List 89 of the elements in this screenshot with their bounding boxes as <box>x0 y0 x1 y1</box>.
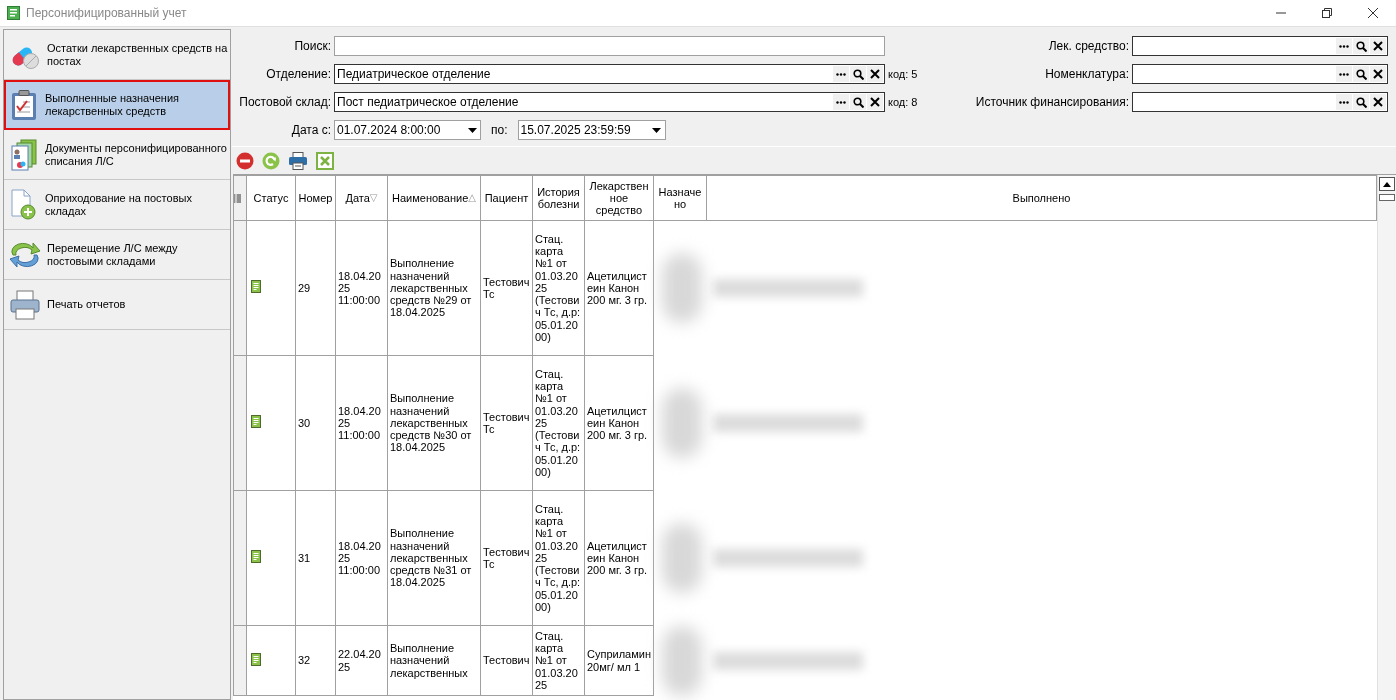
date-field[interactable]: 15.07.2025 23:59:59 <box>517 120 666 140</box>
vertical-scrollbar[interactable] <box>1377 175 1396 700</box>
search-icon[interactable] <box>850 66 866 82</box>
field-label: Номенклатура: <box>1044 66 1129 83</box>
lookup-field[interactable]: Педиатрическое отделение <box>334 64 885 84</box>
close-icon <box>1368 8 1378 18</box>
search-icon[interactable] <box>850 94 866 110</box>
field-label: Постовой склад: <box>238 94 332 111</box>
search-icon[interactable] <box>1353 66 1369 82</box>
table-cell: Выполнение назначений лекарственных средств №29 от 18.04.2025 <box>387 220 481 356</box>
clear-icon[interactable] <box>1370 38 1386 54</box>
field-label: Поиск: <box>293 38 332 55</box>
blurred-content <box>662 523 702 593</box>
date-field[interactable]: 01.07.2024 8:00:00 <box>334 120 481 140</box>
table-cell: 29 <box>295 220 336 356</box>
stop-icon[interactable] <box>236 151 254 170</box>
blurred-content <box>662 388 702 458</box>
blurred-content <box>662 253 702 324</box>
table-cell: Стац. карта №1 от 01.03.2025 (Тестович Тс, д.р: 05.01.2000) <box>532 220 585 356</box>
clear-icon[interactable] <box>1370 94 1386 110</box>
table-cell: 18.04.2025 11:00:00 <box>335 220 388 356</box>
sidebar-item[interactable]: Выполненные назначения лекарственных средств <box>4 80 230 130</box>
print-icon[interactable] <box>288 151 308 170</box>
table-cell: Ацетилцистеин Канон 200 мг. 3 гр. <box>584 220 654 356</box>
document-plus-icon <box>9 188 39 221</box>
blurred-content <box>662 625 702 696</box>
column-header[interactable]: Статус <box>246 175 296 221</box>
clear-icon[interactable] <box>867 94 883 110</box>
column-header[interactable]: Пациент <box>480 175 533 221</box>
clear-icon[interactable] <box>1370 66 1386 82</box>
table-cell: Тестович Тс <box>480 220 533 356</box>
table-cell: Стац. карта №1 от 01.03.2025 <box>532 625 585 696</box>
table-cell: Тестович <box>480 625 533 696</box>
table-cell: Стац. карта №1 от 01.03.2025 (Тестович Тс, д.р: 05.01.2000) <box>532 355 585 491</box>
table-cell: 32 <box>295 625 336 696</box>
table-cell: Тестович Тс <box>480 490 533 626</box>
table-cell: 18.04.2025 11:00:00 <box>335 355 388 491</box>
lookup-field[interactable] <box>1132 64 1388 84</box>
documents-icon <box>9 138 39 171</box>
table-cell: 31 <box>295 490 336 626</box>
restore-icon <box>1322 8 1332 18</box>
more-icon[interactable] <box>1336 94 1352 110</box>
table-cell: Выполнение назначений лекарственных средств №31 от 18.04.2025 <box>387 490 481 626</box>
sort-arrow-icon: ▽ <box>369 191 378 205</box>
lookup-field[interactable]: Пост педиатрическое отделение <box>334 92 885 112</box>
column-header[interactable]: История болезни <box>532 175 585 221</box>
app-icon <box>7 6 20 20</box>
printer-icon <box>9 288 41 321</box>
up-arrow-icon <box>1383 181 1391 187</box>
more-icon[interactable] <box>833 94 849 110</box>
more-icon[interactable] <box>1336 66 1352 82</box>
lookup-field[interactable] <box>1132 36 1388 56</box>
column-header[interactable]: Выполнено <box>706 175 1377 221</box>
more-icon[interactable] <box>1336 38 1352 54</box>
column-header[interactable]: Дата▽ <box>335 175 388 221</box>
column-chooser-button[interactable] <box>233 175 247 221</box>
column-header[interactable]: Назначено <box>653 175 707 221</box>
code-label: код: 5 <box>887 66 918 82</box>
table-cell: Тестович Тс <box>480 355 533 491</box>
field-label: Дата с: <box>290 122 332 139</box>
field-label: Источник финансирования: <box>975 94 1129 111</box>
more-icon[interactable] <box>833 66 849 82</box>
table-cell: 22.04.2025 <box>335 625 388 696</box>
field-label: Отделение: <box>265 66 332 83</box>
clear-icon[interactable] <box>867 66 883 82</box>
column-header[interactable]: Наименование△ <box>387 175 481 221</box>
table-cell: Выполнение назначений лекарственных <box>387 625 481 696</box>
table-cell: 18.04.2025 11:00:00 <box>335 490 388 626</box>
search-field[interactable] <box>334 36 885 56</box>
field-label: по: <box>491 122 508 139</box>
code-label: код: 8 <box>887 94 918 110</box>
scroll-thumb[interactable] <box>1379 194 1395 201</box>
field-label: Лек. средство: <box>1047 38 1129 55</box>
column-header[interactable]: Номер <box>295 175 336 221</box>
search-icon[interactable] <box>1353 38 1369 54</box>
table-cell: Выполнение назначений лекарственных средств №30 от 18.04.2025 <box>387 355 481 491</box>
table-cell: 30 <box>295 355 336 491</box>
table-cell: Ацетилцистеин Канон 200 мг. 3 гр. <box>584 355 654 491</box>
scroll-up-button[interactable] <box>1379 177 1395 191</box>
table-cell: Ацетилцистеин Канон 200 мг. 3 гр. <box>584 490 654 626</box>
table-cell: Суприламин 20мг/ мл 1 <box>584 625 654 696</box>
clipboard-check-icon <box>9 88 39 121</box>
lookup-field[interactable] <box>1132 92 1388 112</box>
list-icon <box>234 193 241 203</box>
column-header[interactable]: Лекарственное средство <box>584 175 654 221</box>
window-title: Персонифицированный учет <box>26 5 187 22</box>
search-icon[interactable] <box>1353 94 1369 110</box>
sort-arrow-icon: △ <box>468 191 476 205</box>
table-cell: Стац. карта №1 от 01.03.2025 (Тестович Тс, д.р: 05.01.2000) <box>532 490 585 626</box>
